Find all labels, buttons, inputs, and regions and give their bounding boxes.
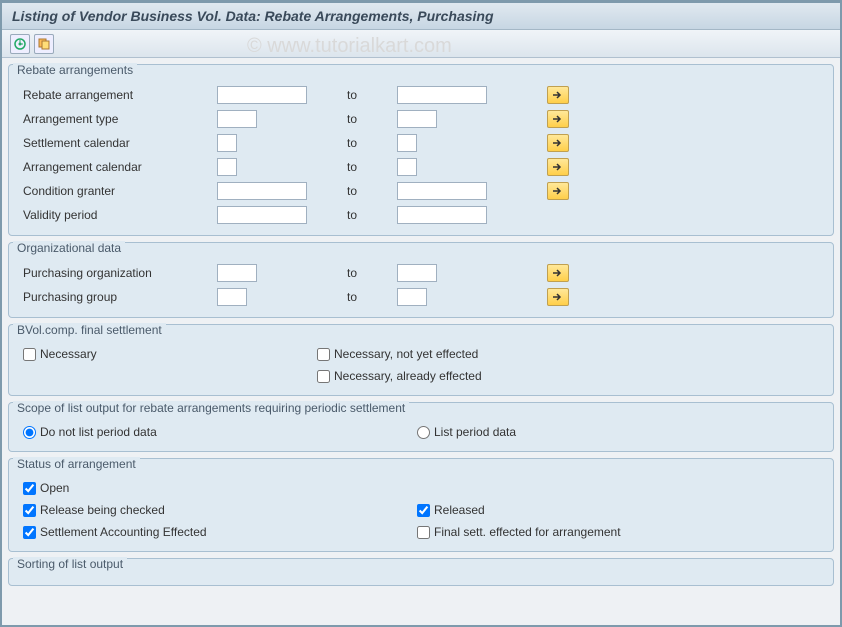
field-label: Purchasing group [17,290,217,304]
variants-button[interactable] [34,34,54,54]
multiple-selection-button[interactable] [547,86,569,104]
input-from[interactable] [217,206,307,224]
input-from[interactable] [217,134,237,152]
to-label: to [317,160,397,174]
checkbox-final-sett-effected[interactable] [417,526,430,539]
panel-title: Organizational data [13,241,125,255]
checkbox-label: Necessary [40,347,97,361]
input-from[interactable] [217,264,257,282]
panel-status-of-arrangement: Status of arrangement Open Release being… [8,458,834,552]
to-label: to [317,290,397,304]
panel-scope-of-list: Scope of list output for rebate arrangem… [8,402,834,452]
panel-organizational-data: Organizational data Purchasing organizat… [8,242,834,318]
field-label: Condition granter [17,184,217,198]
panel-title: Scope of list output for rebate arrangem… [13,401,409,415]
checkbox-label: Final sett. effected for arrangement [434,525,621,539]
radio-label: Do not list period data [40,425,157,439]
input-to[interactable] [397,158,417,176]
checkbox-necessary[interactable] [23,348,36,361]
field-label: Settlement calendar [17,136,217,150]
checkbox-release-being-checked[interactable] [23,504,36,517]
field-label: Rebate arrangement [17,88,217,102]
input-from[interactable] [217,158,237,176]
panel-bvol-final-settlement: BVol.comp. final settlement Necessary Ne… [8,324,834,396]
to-label: to [317,136,397,150]
checkbox-released[interactable] [417,504,430,517]
checkbox-necessary-not-yet[interactable] [317,348,330,361]
input-from[interactable] [217,182,307,200]
checkbox-label: Necessary, already effected [334,369,482,383]
panel-title: Rebate arrangements [13,63,137,77]
checkbox-label: Necessary, not yet effected [334,347,478,361]
to-label: to [317,184,397,198]
toolbar [2,30,840,58]
page-title: Listing of Vendor Business Vol. Data: Re… [2,3,840,30]
panel-sorting-of-list: Sorting of list output [8,558,834,586]
input-to[interactable] [397,110,437,128]
checkbox-open[interactable] [23,482,36,495]
checkbox-label: Settlement Accounting Effected [40,525,207,539]
input-to[interactable] [397,134,417,152]
to-label: to [317,208,397,222]
field-label: Validity period [17,208,217,222]
input-from[interactable] [217,110,257,128]
input-to[interactable] [397,288,427,306]
checkbox-necessary-already[interactable] [317,370,330,383]
panel-title: Status of arrangement [13,457,140,471]
to-label: to [317,112,397,126]
panel-title: Sorting of list output [13,557,127,571]
field-label: Purchasing organization [17,266,217,280]
multiple-selection-button[interactable] [547,182,569,200]
checkbox-label: Open [40,481,69,495]
multiple-selection-button[interactable] [547,264,569,282]
input-to[interactable] [397,206,487,224]
checkbox-settlement-accounting-effected[interactable] [23,526,36,539]
radio-list-period[interactable] [417,426,430,439]
field-label: Arrangement calendar [17,160,217,174]
execute-button[interactable] [10,34,30,54]
to-label: to [317,266,397,280]
radio-do-not-list[interactable] [23,426,36,439]
input-from[interactable] [217,288,247,306]
multiple-selection-button[interactable] [547,158,569,176]
panel-title: BVol.comp. final settlement [13,323,166,337]
radio-label: List period data [434,425,516,439]
input-from[interactable] [217,86,307,104]
input-to[interactable] [397,182,487,200]
multiple-selection-button[interactable] [547,288,569,306]
checkbox-label: Released [434,503,485,517]
panel-rebate-arrangements: Rebate arrangements Rebate arrangement to… [8,64,834,236]
multiple-selection-button[interactable] [547,110,569,128]
to-label: to [317,88,397,102]
input-to[interactable] [397,86,487,104]
field-label: Arrangement type [17,112,217,126]
multiple-selection-button[interactable] [547,134,569,152]
checkbox-label: Release being checked [40,503,165,517]
input-to[interactable] [397,264,437,282]
